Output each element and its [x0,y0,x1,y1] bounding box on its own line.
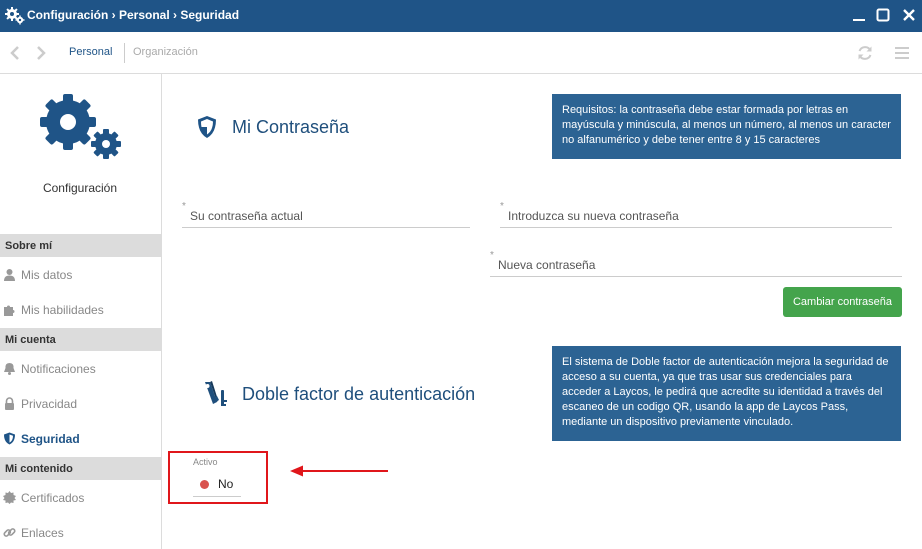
sidebar-item-mis-datos[interactable]: Mis datos [0,265,161,287]
repeat-password-field[interactable]: * Nueva contraseña [490,250,902,277]
required-mark: * [182,201,186,212]
sidebar-item-label: Mis datos [21,268,73,282]
shield-icon [4,432,15,445]
toolbar: Personal Organización [0,32,922,74]
tab-personal[interactable]: Personal [69,46,112,58]
repeat-password-placeholder: Nueva contraseña [498,258,596,272]
change-password-button[interactable]: Cambiar contraseña [783,287,902,317]
chevron-right-icon[interactable] [35,45,47,61]
select-underline [193,496,241,497]
sidebar-item-label: Privacidad [21,397,78,411]
maximize-icon[interactable] [876,8,890,22]
sidebar-item-label: Certificados [21,491,85,505]
password-requirements-info: Requisitos: la contraseña debe estar for… [552,94,901,159]
sidebar-item-notificaciones[interactable]: Notificaciones [0,359,161,381]
sidebar-item-enlaces[interactable]: Enlaces [0,523,161,545]
arrow-left-icon [290,465,388,477]
twofactor-info: El sistema de Doble factor de autenticac… [552,346,901,441]
sidebar-item-label: Enlaces [21,526,64,540]
certificate-icon [3,491,16,504]
section-sobre-mi: Sobre mí [0,234,161,257]
twofactor-active-toggle-highlight: Activo No [168,451,268,504]
tab-organizacion[interactable]: Organización [133,46,198,58]
current-password-field[interactable]: * Su contraseña actual [182,201,470,228]
current-password-placeholder: Su contraseña actual [190,209,303,223]
active-label: Activo [193,457,218,467]
required-mark: * [500,201,504,212]
sidebar-item-label: Mis habilidades [21,303,104,317]
password-section-title: Mi Contraseña [232,117,350,137]
main-content: Mi Contraseña Requisitos: la contraseña … [162,74,922,549]
sidebar-title: Configuración [42,181,118,195]
new-password-placeholder: Introduzca su nueva contraseña [508,209,679,223]
sidebar-item-mis-habilidades[interactable]: Mis habilidades [0,300,161,322]
chevron-left-icon[interactable] [9,45,21,61]
tab-divider [124,43,125,63]
refresh-icon[interactable] [856,44,874,62]
menu-icon[interactable] [893,44,911,62]
lock-icon [5,397,14,410]
section-mi-cuenta: Mi cuenta [0,328,161,351]
sidebar-item-seguridad[interactable]: Seguridad [0,429,161,451]
close-icon[interactable] [902,8,916,22]
user-icon [4,269,15,281]
twofactor-section-title: Doble factor de autenticación [242,384,476,404]
settings-gears-icon [40,94,121,159]
window-title: Configuración › Personal › Seguridad [27,8,240,22]
twofactor-active-select[interactable]: No [218,477,233,491]
key-icon [205,381,227,406]
bell-icon [4,363,15,375]
gear-icon [5,7,25,25]
status-dot [200,480,209,489]
title-bar: Configuración › Personal › Seguridad [0,0,922,32]
shield-icon [198,116,216,138]
section-mi-contenido: Mi contenido [0,457,161,480]
puzzle-icon [4,305,15,316]
new-password-field[interactable]: * Introduzca su nueva contraseña [500,201,892,228]
minimize-icon[interactable] [852,8,866,22]
sidebar-item-certificados[interactable]: Certificados [0,488,161,510]
link-icon [3,528,16,537]
sidebar: Configuración Sobre mí Mis datos Mis hab… [0,74,162,549]
sidebar-item-label: Seguridad [21,432,80,446]
required-mark: * [490,250,494,261]
sidebar-item-privacidad[interactable]: Privacidad [0,394,161,416]
sidebar-item-label: Notificaciones [21,362,96,376]
